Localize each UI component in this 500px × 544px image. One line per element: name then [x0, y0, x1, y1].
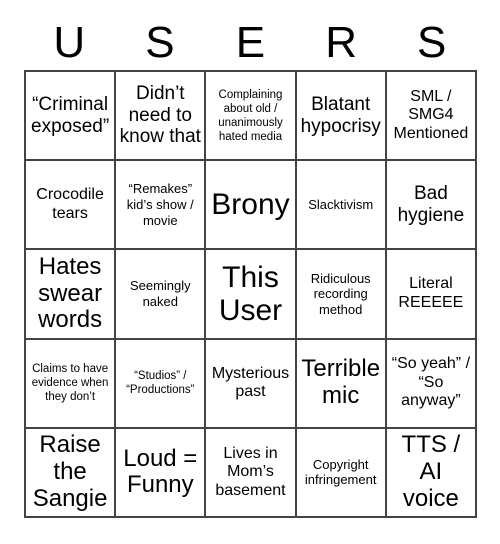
bingo-cell-r4c1[interactable]: Claims to have evidence when they don’t [26, 339, 117, 429]
header-letter-3: E [235, 18, 266, 67]
bingo-cell-r2c2[interactable]: “Remakes” kid’s show / movie [116, 161, 207, 251]
bingo-cell-label: Didn’t need to know that [119, 83, 201, 148]
bingo-cell-r1c2[interactable]: Didn’t need to know that [116, 72, 207, 162]
bingo-cell-label: TTS / AI voice [401, 431, 461, 512]
bingo-cell-label: Blatant hypocrisy [300, 93, 381, 137]
bingo-cell-label: Mysterious past [211, 364, 290, 401]
bingo-cell-r1c4[interactable]: Blatant hypocrisy [296, 72, 387, 162]
header-letter-5: S [416, 18, 447, 67]
bingo-card: U S E R S “Criminal exposed” Didn’t need … [0, 0, 500, 544]
bingo-cell-r5c3[interactable]: Lives in Mom’s basement [206, 428, 297, 518]
header-letter-2: S [145, 18, 175, 67]
bingo-cell-label: Lives in Mom’s basement [215, 444, 286, 499]
bingo-cell-label: Crocodile tears [36, 186, 104, 222]
bingo-cell-label: “Criminal exposed” [31, 93, 110, 137]
bingo-cell-label: Hates swear words [38, 252, 103, 334]
bingo-cell-label: “Studios” / “Productions” [126, 370, 195, 397]
bingo-cell-r4c3[interactable]: Mysterious past [206, 339, 297, 429]
bingo-cell-label: SML / SMG4 Mentioned [393, 87, 469, 142]
bingo-cell-r5c1[interactable]: Raise the Sangie [26, 428, 117, 518]
header-letter-1: U [53, 18, 86, 67]
bingo-cell-r5c2[interactable]: Loud = Funny [116, 428, 207, 518]
bingo-header: U S E R S [24, 16, 477, 70]
bingo-cell-label: Terrible mic [301, 355, 381, 410]
header-letter-4: R [325, 18, 357, 67]
bingo-cell-r3c2[interactable]: Seemingly naked [116, 250, 207, 340]
bingo-cell-r2c5[interactable]: Bad hygiene [386, 161, 477, 251]
bingo-cell-r5c4[interactable]: Copyright infringement [296, 428, 387, 518]
bingo-cell-r2c4[interactable]: Slacktivism [296, 161, 387, 251]
bingo-cell-r2c3[interactable]: Brony [206, 161, 297, 251]
bingo-cell-label: “So yeah” / “So anyway” [391, 355, 471, 410]
bingo-cell-label: Copyright infringement [304, 456, 377, 488]
bingo-cell-label: This User [218, 260, 283, 327]
bingo-cell-r1c1[interactable]: “Criminal exposed” [26, 72, 117, 162]
bingo-cell-label: Complaining about old / unanimously hate… [218, 88, 283, 143]
bingo-cell-r3c4[interactable]: Ridiculous recording method [296, 250, 387, 340]
bingo-cell-label: Slacktivism [308, 196, 374, 212]
bingo-cell-label: Seemingly naked [129, 278, 191, 309]
bingo-cell-label: Ridiculous recording method [310, 270, 371, 317]
bingo-cell-label: Raise the Sangie [32, 431, 108, 512]
bingo-cell-r3c5[interactable]: Literal REEEEE [386, 250, 477, 340]
bingo-cell-label: Bad hygiene [397, 183, 465, 226]
bingo-cell-label: “Remakes” kid’s show / movie [126, 181, 194, 228]
bingo-cell-r4c5[interactable]: “So yeah” / “So anyway” [386, 339, 477, 429]
bingo-cell-r4c4[interactable]: Terrible mic [296, 339, 387, 429]
bingo-cell-label: Loud = Funny [123, 444, 198, 499]
bingo-cell-label: Brony [211, 188, 290, 222]
bingo-cell-r4c2[interactable]: “Studios” / “Productions” [116, 339, 207, 429]
bingo-cell-r1c5[interactable]: SML / SMG4 Mentioned [386, 72, 477, 162]
bingo-grid: “Criminal exposed” Didn’t need to know th… [24, 70, 477, 518]
bingo-cell-r3c1[interactable]: Hates swear words [26, 250, 117, 340]
bingo-cell-r3c3[interactable]: This User [206, 250, 297, 340]
bingo-cell-label: Claims to have evidence when they don’t [31, 363, 109, 404]
bingo-cell-label: Literal REEEEE [398, 275, 464, 311]
bingo-cell-r2c1[interactable]: Crocodile tears [26, 161, 117, 251]
bingo-cell-r1c3[interactable]: Complaining about old / unanimously hate… [206, 72, 297, 162]
bingo-cell-r5c5[interactable]: TTS / AI voice [386, 428, 477, 518]
